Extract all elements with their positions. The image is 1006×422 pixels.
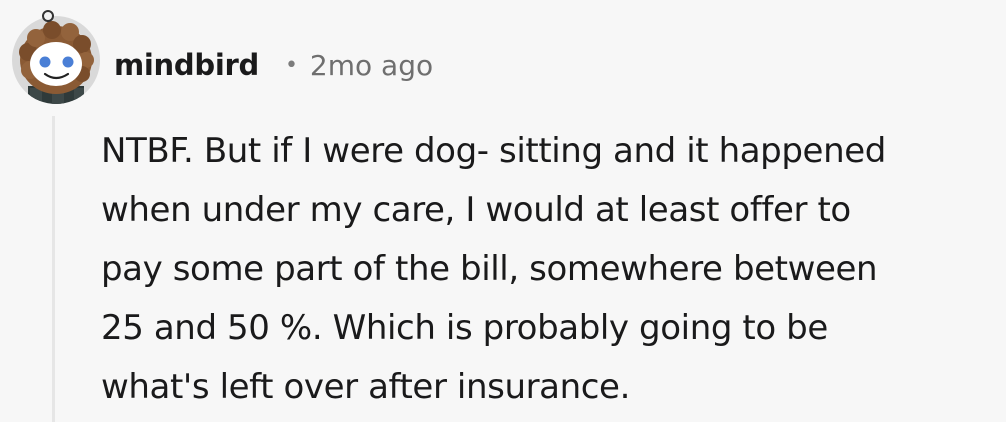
comment-body-line: 25 and 50 %. Which is probably going to … — [101, 308, 828, 348]
comment-body: NTBF. But if I were dog- sitting and it … — [101, 122, 996, 417]
timestamp[interactable]: 2mo ago — [310, 49, 433, 82]
author-link[interactable]: mindbird — [114, 48, 259, 82]
comment: mindbird • 2mo ago NTBF. But if I were d… — [0, 0, 1006, 422]
comment-body-line: when under my care, I would at least off… — [101, 190, 851, 230]
avatar-icon[interactable] — [8, 8, 104, 104]
meta-separator: • — [284, 52, 298, 78]
avatar-svg — [12, 10, 100, 104]
comment-body-line: what's left over after insurance. — [101, 367, 630, 407]
comment-body-line: NTBF. But if I were dog- sitting and it … — [101, 131, 886, 171]
comment-header: mindbird • 2mo ago — [114, 40, 433, 90]
thread-line[interactable] — [52, 116, 55, 422]
comment-body-line: pay some part of the bill, somewhere bet… — [101, 249, 878, 289]
